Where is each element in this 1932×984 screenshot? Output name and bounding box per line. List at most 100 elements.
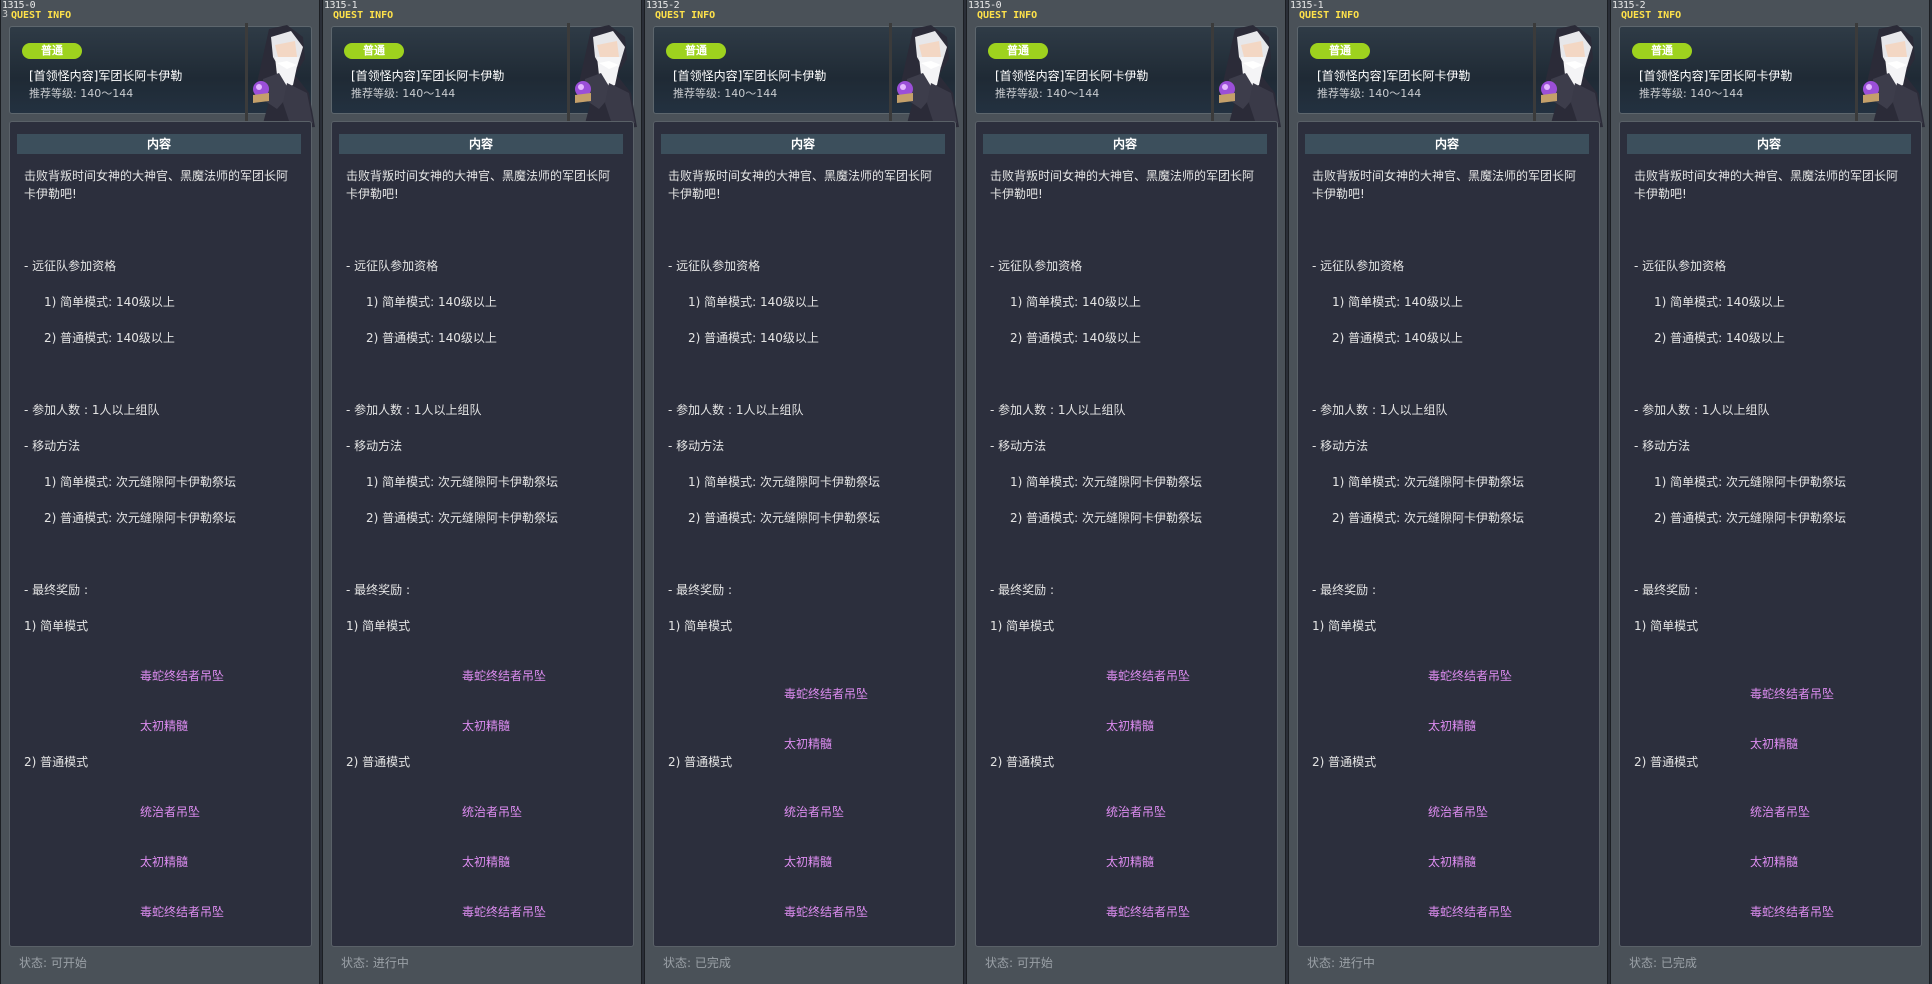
section-final-reward: - 最终奖励 : [990,583,1055,597]
arkarium-npc-portrait-icon [1855,23,1925,131]
reward-item[interactable]: 统治者吊坠 [1428,805,1488,819]
recommended-level: 推荐等级: 140〜144 [1317,87,1422,100]
reward-item[interactable]: 太初精髓 [140,855,188,869]
section-final-reward: - 最终奖励 : [1634,583,1699,597]
recommended-level: 推荐等级: 140〜144 [1639,87,1744,100]
reward-item[interactable]: 统治者吊坠 [784,805,844,819]
quest-status: 状态: 已完成 [663,956,731,970]
recommended-level: 推荐等级: 140〜144 [995,87,1100,100]
reward-item[interactable]: 太初精髓 [140,719,188,733]
section-party-size: - 参加人数 : 1人以上组队 [24,403,160,417]
section-eligibility: - 远征队参加资格 [668,259,761,273]
quest-content: 内容 击败背叛时间女神的大神官、黑魔法师的军团长阿 卡伊勒吧! - 远征队参加资… [1297,121,1600,947]
reward-item[interactable]: 统治者吊坠 [462,805,522,819]
quest-status: 状态: 已完成 [1629,956,1697,970]
section-eligibility: - 远征队参加资格 [346,259,439,273]
reward-item[interactable]: 毒蛇终结者吊坠 [140,669,224,683]
quest-title: [首领怪内容]军团长阿卡伊勒 [1639,69,1793,83]
reward-item[interactable]: 太初精髓 [1750,737,1798,751]
section-final-reward: - 最终奖励 : [1312,583,1377,597]
content-header: 内容 [339,134,623,154]
section-move-method: - 移动方法 [990,439,1047,453]
difficulty-badge: 普通 [988,43,1048,59]
eligibility-normal: 2) 普通模式: 140级以上 [1010,331,1141,345]
quest-description: 卡伊勒吧! [1312,187,1365,201]
quest-content: 内容 击败背叛时间女神的大神官、黑魔法师的军团长阿 卡伊勒吧! - 远征队参加资… [1619,121,1922,947]
difficulty-badge: 普通 [1310,43,1370,59]
reward-easy-label: 1) 简单模式 [1312,619,1377,633]
eligibility-easy: 1) 简单模式: 140级以上 [1654,295,1785,309]
section-party-size: - 参加人数 : 1人以上组队 [1634,403,1770,417]
recommended-level: 推荐等级: 140〜144 [351,87,456,100]
reward-item[interactable]: 毒蛇终结者吊坠 [1106,905,1190,919]
quest-info-label: QUEST INFO [977,10,1038,21]
reward-item[interactable]: 毒蛇终结者吊坠 [784,687,868,701]
panel-id-overlay: 3 [2,9,8,20]
reward-item[interactable]: 毒蛇终结者吊坠 [1750,905,1834,919]
section-move-method: - 移动方法 [1312,439,1369,453]
reward-normal-label: 2) 普通模式 [1312,755,1377,769]
move-easy: 1) 简单模式: 次元缝隙阿卡伊勒祭坛 [688,475,880,489]
reward-item[interactable]: 统治者吊坠 [140,805,200,819]
quest-description: 击败背叛时间女神的大神官、黑魔法师的军团长阿 [346,169,611,183]
reward-item[interactable]: 毒蛇终结者吊坠 [1750,687,1834,701]
move-easy: 1) 简单模式: 次元缝隙阿卡伊勒祭坛 [44,475,236,489]
reward-item[interactable]: 毒蛇终结者吊坠 [784,905,868,919]
reward-item[interactable]: 太初精髓 [784,737,832,751]
quest-info-panel: 1315-1 QUEST INFO 普通 [首领怪内容]军团长阿卡伊勒 推荐等级… [322,0,642,984]
reward-easy-label: 1) 简单模式 [346,619,411,633]
eligibility-normal: 2) 普通模式: 140级以上 [688,331,819,345]
reward-normal-label: 2) 普通模式 [668,755,733,769]
quest-info-panel: 1315-0 3 QUEST INFO 普通 [首领怪内容]军团长阿卡伊勒 推荐… [0,0,320,984]
reward-item[interactable]: 太初精髓 [462,719,510,733]
quest-status: 状态: 进行中 [341,956,409,970]
recommended-level: 推荐等级: 140〜144 [673,87,778,100]
reward-item[interactable]: 太初精髓 [1428,855,1476,869]
difficulty-badge: 普通 [666,43,726,59]
section-move-method: - 移动方法 [1634,439,1691,453]
move-easy: 1) 简单模式: 次元缝隙阿卡伊勒祭坛 [1654,475,1846,489]
reward-item[interactable]: 毒蛇终结者吊坠 [462,905,546,919]
recommended-level: 推荐等级: 140〜144 [29,87,134,100]
section-party-size: - 参加人数 : 1人以上组队 [668,403,804,417]
reward-item[interactable]: 统治者吊坠 [1106,805,1166,819]
section-final-reward: - 最终奖励 : [24,583,89,597]
eligibility-normal: 2) 普通模式: 140级以上 [44,331,175,345]
reward-easy-label: 1) 简单模式 [1634,619,1699,633]
reward-item[interactable]: 毒蛇终结者吊坠 [1428,905,1512,919]
content-header: 内容 [17,134,301,154]
quest-description: 卡伊勒吧! [1634,187,1687,201]
quest-header: 普通 [首领怪内容]军团长阿卡伊勒 推荐等级: 140〜144 [1619,23,1925,131]
content-header: 内容 [1305,134,1589,154]
reward-item[interactable]: 太初精髓 [1750,855,1798,869]
section-eligibility: - 远征队参加资格 [1634,259,1727,273]
reward-item[interactable]: 太初精髓 [1106,855,1154,869]
reward-item[interactable]: 毒蛇终结者吊坠 [140,905,224,919]
reward-item[interactable]: 太初精髓 [1428,719,1476,733]
reward-item[interactable]: 太初精髓 [462,855,510,869]
quest-title: [首领怪内容]军团长阿卡伊勒 [351,69,505,83]
reward-item[interactable]: 毒蛇终结者吊坠 [1106,669,1190,683]
quest-header: 普通 [首领怪内容]军团长阿卡伊勒 推荐等级: 140〜144 [975,23,1281,131]
section-party-size: - 参加人数 : 1人以上组队 [1312,403,1448,417]
quest-description: 卡伊勒吧! [990,187,1043,201]
move-easy: 1) 简单模式: 次元缝隙阿卡伊勒祭坛 [1010,475,1202,489]
move-easy: 1) 简单模式: 次元缝隙阿卡伊勒祭坛 [1332,475,1524,489]
reward-normal-label: 2) 普通模式 [990,755,1055,769]
quest-title: [首领怪内容]军团长阿卡伊勒 [29,69,183,83]
section-party-size: - 参加人数 : 1人以上组队 [346,403,482,417]
eligibility-easy: 1) 简单模式: 140级以上 [44,295,175,309]
quest-status: 状态: 可开始 [19,956,87,970]
arkarium-npc-portrait-icon [889,23,959,131]
reward-item[interactable]: 毒蛇终结者吊坠 [462,669,546,683]
reward-item[interactable]: 统治者吊坠 [1750,805,1810,819]
reward-item[interactable]: 太初精髓 [784,855,832,869]
reward-item[interactable]: 毒蛇终结者吊坠 [1428,669,1512,683]
content-header: 内容 [661,134,945,154]
section-final-reward: - 最终奖励 : [346,583,411,597]
quest-title: [首领怪内容]军团长阿卡伊勒 [673,69,827,83]
move-normal: 2) 普通模式: 次元缝隙阿卡伊勒祭坛 [1654,511,1846,525]
reward-item[interactable]: 太初精髓 [1106,719,1154,733]
quest-status: 状态: 可开始 [985,956,1053,970]
quest-content: 内容 击败背叛时间女神的大神官、黑魔法师的军团长阿 卡伊勒吧! - 远征队参加资… [975,121,1278,947]
